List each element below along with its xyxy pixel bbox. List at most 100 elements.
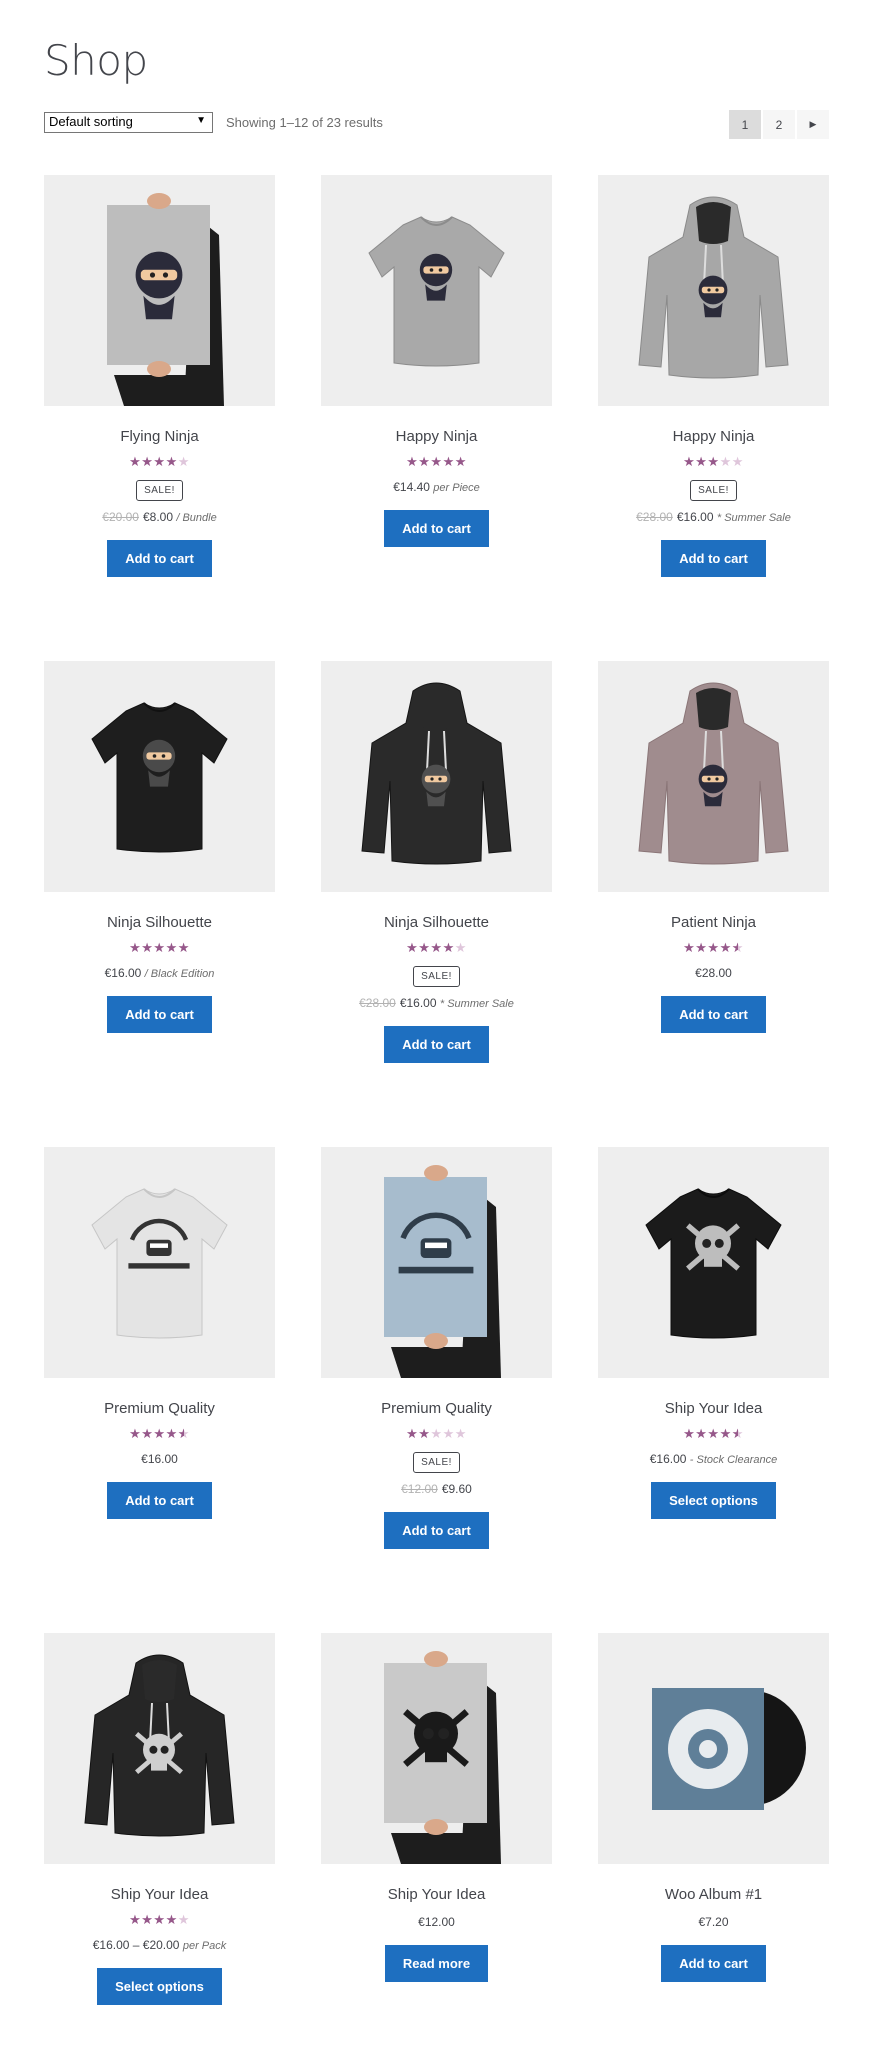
- add-to-cart-button[interactable]: Add to cart: [107, 1482, 212, 1519]
- current-price: €16.00: [104, 966, 142, 980]
- sort-select[interactable]: Default sorting ▼: [44, 112, 213, 133]
- product-price: €28.00 €16.00 * Summer Sale: [321, 996, 552, 1010]
- product-image[interactable]: [44, 1633, 275, 1864]
- product-price: €12.00: [321, 1915, 552, 1929]
- star-rating-fill: ★★★★★: [683, 1426, 738, 1441]
- product-price: €20.00 €8.00 / Bundle: [44, 510, 275, 524]
- tshirt-image: [91, 702, 228, 853]
- price-suffix: per Piece: [433, 482, 480, 494]
- product-title[interactable]: Happy Ninja: [598, 428, 829, 448]
- product-image[interactable]: [321, 661, 552, 892]
- tshirt-image: [368, 216, 505, 367]
- price-suffix: * Summer Sale: [716, 512, 791, 524]
- select-options-button[interactable]: Select options: [97, 1968, 222, 2005]
- product-title[interactable]: Ship Your Idea: [598, 1400, 829, 1420]
- product-title[interactable]: Ninja Silhouette: [321, 914, 552, 934]
- pagination: 1 2 ▶: [727, 110, 829, 139]
- product-card: Ship Your Idea €12.00 Read more: [321, 1633, 552, 1982]
- star-rating: ★★★★★★★★★★: [129, 1912, 190, 1927]
- product-card: Premium Quality ★★★★★ ★★★★★ €16.00 Add to ca…: [44, 1147, 275, 1519]
- star-rating: ★★★★★★★★★★: [406, 454, 467, 469]
- poster-image: [107, 193, 224, 406]
- product-image[interactable]: [321, 1633, 552, 1864]
- old-price: €12.00: [401, 1482, 438, 1496]
- product-image[interactable]: [598, 661, 829, 892]
- star-rating-fill: ★★★★★: [129, 940, 190, 955]
- add-to-cart-button[interactable]: Add to cart: [661, 996, 766, 1033]
- tshirt-image: [645, 1188, 782, 1339]
- star-rating-fill: ★★★★★: [683, 454, 720, 469]
- product-title[interactable]: Patient Ninja: [598, 914, 829, 934]
- product-image[interactable]: [44, 175, 275, 406]
- product-price: €16.00: [44, 1452, 275, 1466]
- select-options-button[interactable]: Select options: [651, 1482, 776, 1519]
- add-to-cart-button[interactable]: Add to cart: [107, 540, 212, 577]
- product-card: Happy Ninja ★★★★★ ★★★★★ €14.40 per Piece Add…: [321, 175, 552, 547]
- product-price: €16.00 - Stock Clearance: [598, 1452, 829, 1466]
- shop-toolbar: Default sorting ▼ Showing 1–12 of 23 res…: [44, 110, 829, 139]
- product-price: €16.00 / Black Edition: [44, 966, 275, 980]
- add-to-cart-button[interactable]: Add to cart: [661, 1945, 766, 1982]
- product-title[interactable]: Flying Ninja: [44, 428, 275, 448]
- price-suffix: * Summer Sale: [439, 998, 514, 1010]
- star-rating-fill: ★★★★★: [683, 940, 738, 955]
- product-title[interactable]: Premium Quality: [44, 1400, 275, 1420]
- sale-badge: SALE!: [690, 480, 737, 501]
- product-image[interactable]: [598, 1633, 829, 1864]
- product-card: Happy Ninja ★★★★★★★★★★ SALE! €28.00€16.00 *…: [598, 175, 829, 577]
- price-suffix: / Bundle: [176, 512, 217, 524]
- add-to-cart-button[interactable]: Add to cart: [384, 1512, 489, 1549]
- tshirt-image: [91, 1188, 228, 1339]
- product-card: Ninja Silhouette ★★★★★★★★★★ SALE! €28.00€16…: [321, 661, 552, 1063]
- chevron-down-icon: ▼: [196, 115, 206, 126]
- read-more-button[interactable]: Read more: [384, 1945, 489, 1982]
- next-page-button[interactable]: ▶: [797, 110, 829, 139]
- sale-badge: SALE!: [136, 480, 183, 501]
- poster-image: [384, 1165, 501, 1378]
- product-title[interactable]: Ninja Silhouette: [44, 914, 275, 934]
- current-price: €16.00 – €20.00: [92, 1938, 180, 1952]
- current-price: €14.40: [393, 480, 430, 494]
- star-rating: ★★★★★★★★★★: [129, 1426, 190, 1441]
- star-rating: ★★★★★★★★★★: [683, 1426, 744, 1441]
- page-title: Shop: [44, 36, 148, 85]
- product-card: Ninja Silhouette ★★★★★ ★★★★★ €16.00 / Black…: [44, 661, 275, 1033]
- add-to-cart-button[interactable]: Add to cart: [384, 510, 489, 547]
- star-rating: ★★★★★★★★★★: [406, 940, 467, 955]
- page-link-2[interactable]: 2: [763, 110, 795, 139]
- product-title[interactable]: Ship Your Idea: [321, 1886, 552, 1906]
- result-count: Showing 1–12 of 23 results: [226, 115, 383, 130]
- triangle-right-icon: ▶: [809, 119, 817, 129]
- star-rating: ★★★★★★★★★★: [683, 454, 744, 469]
- star-rating-fill: ★★★★★: [406, 454, 467, 469]
- product-title[interactable]: Woo Album #1: [598, 1886, 829, 1906]
- sale-badge: SALE!: [413, 966, 460, 987]
- product-title[interactable]: Premium Quality: [321, 1400, 552, 1420]
- product-image[interactable]: [598, 1147, 829, 1378]
- product-image[interactable]: [598, 175, 829, 406]
- product-image[interactable]: [44, 661, 275, 892]
- star-rating-fill: ★★★★★: [129, 1426, 184, 1441]
- star-rating: ★★★★★★★★★★: [683, 940, 744, 955]
- hoodie-image: [361, 682, 512, 865]
- product-price: €12.00 €9.60: [321, 1482, 552, 1496]
- product-image[interactable]: [321, 175, 552, 406]
- product-card: Woo Album #1 €7.20 Add to cart: [598, 1633, 829, 1982]
- current-price: €7.20: [698, 1915, 729, 1929]
- product-title[interactable]: Happy Ninja: [321, 428, 552, 448]
- product-card: Ship Your Idea ★★★★★ ★★★★★ €16.00 - Stock C…: [598, 1147, 829, 1519]
- old-price: €28.00: [359, 996, 396, 1010]
- product-price: €28.00 €16.00 * Summer Sale: [598, 510, 829, 524]
- sale-badge: SALE!: [413, 1452, 460, 1473]
- current-price: €16.00: [141, 1452, 178, 1466]
- product-image[interactable]: [321, 1147, 552, 1378]
- product-image[interactable]: [44, 1147, 275, 1378]
- product-card: Ship Your Idea ★★★★★★★★★★ €16.00 – €20.00 …: [44, 1633, 275, 2005]
- add-to-cart-button[interactable]: Add to cart: [107, 996, 212, 1033]
- product-title[interactable]: Ship Your Idea: [44, 1886, 275, 1906]
- star-rating: ★★★★★★★★★★: [129, 454, 190, 469]
- old-price: €28.00: [636, 510, 673, 524]
- add-to-cart-button[interactable]: Add to cart: [661, 540, 766, 577]
- add-to-cart-button[interactable]: Add to cart: [384, 1026, 489, 1063]
- page-link-1[interactable]: 1: [729, 110, 761, 139]
